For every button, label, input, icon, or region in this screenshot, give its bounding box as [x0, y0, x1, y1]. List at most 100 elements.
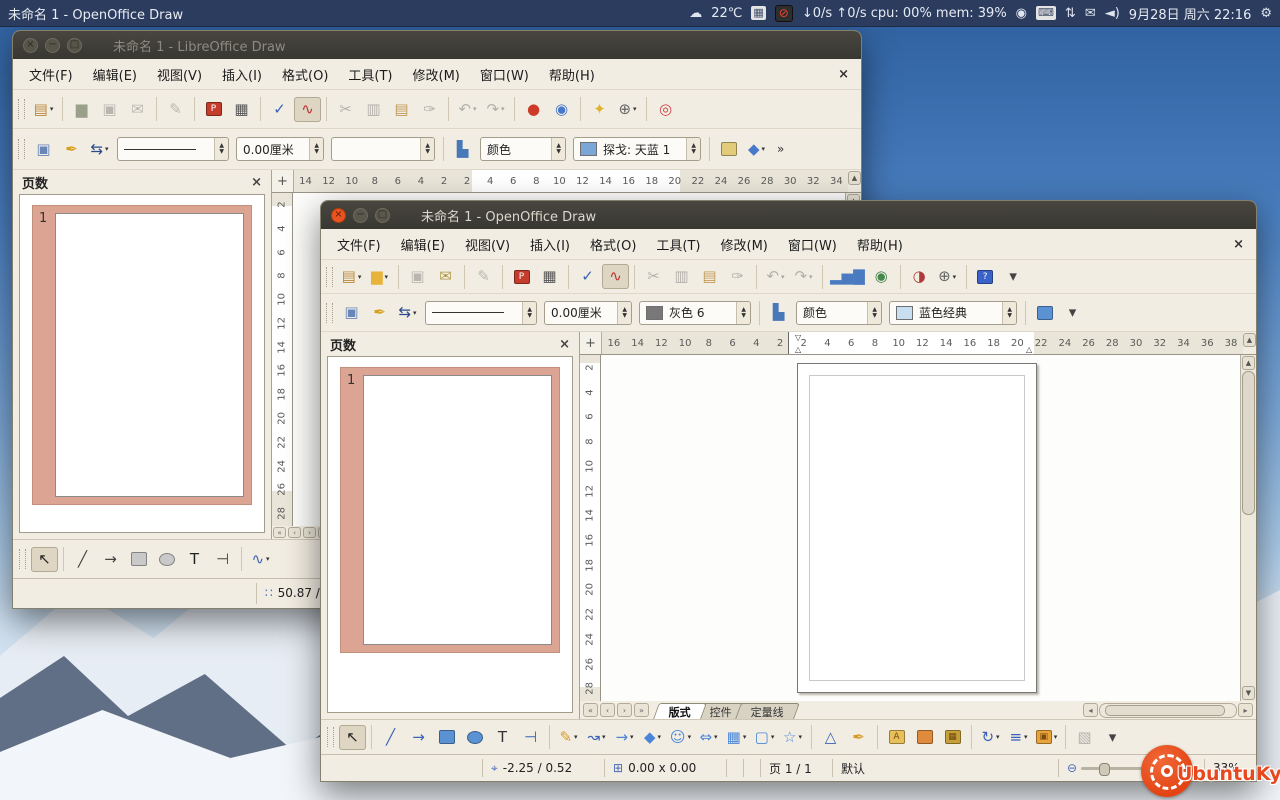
toolbar-grip[interactable]	[327, 727, 334, 747]
text-tool[interactable]: T	[489, 725, 516, 750]
next-tab-icon[interactable]: ›	[617, 703, 632, 717]
keyboard-icon[interactable]: ⌨	[1036, 6, 1056, 20]
minimize-button[interactable]: −	[45, 38, 60, 53]
spellcheck-icon[interactable]: ✓	[574, 264, 601, 289]
scrollbar-track[interactable]	[1099, 703, 1237, 718]
scroll-up-icon[interactable]: ▲	[848, 171, 861, 185]
area-style-select[interactable]: 颜色 ▲▼	[796, 301, 882, 325]
dropdown-caret[interactable]: ▾	[781, 273, 785, 281]
vertical-ruler[interactable]: 246810121416182022242628	[272, 193, 293, 526]
menu-item[interactable]: 编辑(E)	[83, 62, 147, 87]
spinner[interactable]: ▲▼	[551, 138, 565, 160]
scroll-down-icon[interactable]: ▼	[1242, 686, 1255, 700]
menu-item[interactable]: 文件(F)	[19, 62, 83, 87]
ellipse-tool[interactable]	[153, 547, 180, 572]
weather-icon[interactable]: ☁	[689, 6, 702, 21]
indent-marker-icon[interactable]: △	[1026, 345, 1032, 354]
menu-item[interactable]: 帮助(H)	[539, 62, 605, 87]
scrollbar-thumb[interactable]	[1242, 371, 1255, 515]
pages-panel-body[interactable]: 1	[327, 356, 573, 713]
text-tool[interactable]: T	[181, 547, 208, 572]
navigator-icon[interactable]: ◉	[548, 97, 575, 122]
ubuntu-menu-icon[interactable]: ◉	[1016, 6, 1027, 21]
minimize-button[interactable]: −	[353, 208, 368, 223]
dropdown-caret[interactable]: ▾	[996, 733, 1000, 741]
rotate-icon[interactable]: ↻▾	[977, 725, 1004, 750]
ellipse-tool[interactable]	[461, 725, 488, 750]
menu-item[interactable]: 修改(M)	[711, 232, 778, 257]
titlebar[interactable]: × − □ 未命名 1 - LibreOffice Draw	[13, 31, 861, 59]
select-tool[interactable]: ↖	[31, 547, 58, 572]
record-indicator-icon[interactable]: ⊘	[775, 5, 793, 22]
dropdown-caret[interactable]: ▾	[714, 733, 718, 741]
menu-item[interactable]: 帮助(H)	[847, 232, 913, 257]
arrange-icon[interactable]: ▣▾	[1033, 725, 1060, 750]
spinner[interactable]: ▲▼	[867, 302, 881, 324]
line-tool[interactable]: ╱	[69, 547, 96, 572]
email-icon[interactable]: ✉	[432, 264, 459, 289]
menu-item[interactable]: 工具(T)	[646, 232, 710, 257]
first-tab-icon[interactable]: «	[583, 703, 598, 717]
curve-tool[interactable]: ∿▾	[247, 547, 274, 572]
print-icon[interactable]: ▦	[228, 97, 255, 122]
shadow-icon[interactable]	[1031, 300, 1058, 325]
panel-clock[interactable]: 9月28日 周六 22:16	[1129, 4, 1252, 23]
menu-item[interactable]: 视图(V)	[147, 62, 212, 87]
panel-close-icon[interactable]: ×	[251, 175, 262, 190]
menu-item[interactable]: 视图(V)	[455, 232, 520, 257]
area-style-icon[interactable]: ▙	[449, 137, 476, 162]
layer-tab[interactable]: 定量线	[735, 703, 800, 719]
arrow-style-icon[interactable]: ⇆▾	[394, 300, 421, 325]
fill-color-select[interactable]: 探戈: 天蓝 1 ▲▼	[573, 137, 701, 161]
points-tool[interactable]: △	[817, 725, 844, 750]
zoom-slider-thumb[interactable]	[1099, 763, 1110, 776]
arrow-shapes-tool[interactable]: ⇔▾	[695, 725, 722, 750]
maximize-button[interactable]: □	[67, 38, 82, 53]
page-thumbnail[interactable]: 1	[341, 368, 559, 652]
dropdown-caret[interactable]: ▾	[602, 733, 606, 741]
select-tool[interactable]: ↖	[339, 725, 366, 750]
rectangle-tool[interactable]	[433, 725, 460, 750]
spinner[interactable]: ▲▼	[686, 138, 700, 160]
menu-item[interactable]: 修改(M)	[403, 62, 470, 87]
gluepoints-tool[interactable]: ✒	[845, 725, 872, 750]
spinner[interactable]: ▲▼	[736, 302, 750, 324]
dropdown-caret[interactable]: ▾	[658, 733, 662, 741]
line-style-select[interactable]: ▲▼	[425, 301, 537, 325]
dropdown-caret[interactable]: ▾	[50, 105, 54, 113]
zoom-icon[interactable]: ⊕▾	[614, 97, 641, 122]
scroll-up-icon[interactable]: ▲	[1242, 356, 1255, 370]
dropdown-caret[interactable]: ▾	[1054, 733, 1058, 741]
menu-item[interactable]: 插入(I)	[212, 62, 272, 87]
spinner[interactable]: ▲▼	[522, 302, 536, 324]
prev-tab-icon[interactable]: ‹	[600, 703, 615, 717]
dropdown-caret[interactable]: ▾	[266, 555, 270, 563]
autospellcheck-icon[interactable]: ∿	[602, 264, 629, 289]
layer-tab[interactable]: 版式	[653, 703, 707, 719]
styles-window-icon[interactable]: ▣	[338, 300, 365, 325]
dropdown-caret[interactable]: ▾	[798, 733, 802, 741]
horizontal-scrollbar[interactable]: ◂ ▸	[1082, 703, 1254, 718]
open-icon[interactable]: ▆	[68, 97, 95, 122]
symbol-shapes-tool[interactable]: ☺▾	[667, 725, 694, 750]
spinner[interactable]: ▲▼	[1002, 302, 1016, 324]
toolbar-overflow-icon[interactable]: ▾	[1099, 725, 1126, 750]
horizontal-ruler[interactable]: 1412108642246810121416182022242628303234	[294, 170, 848, 192]
dropdown-caret[interactable]: ▾	[633, 105, 637, 113]
menu-item[interactable]: 编辑(E)	[391, 232, 455, 257]
toolbar-grip[interactable]	[326, 303, 333, 323]
new-document-icon[interactable]: ▤▾	[338, 264, 365, 289]
close-button[interactable]: ×	[331, 208, 346, 223]
export-pdf-icon[interactable]: P	[508, 264, 535, 289]
connector-lines-tool[interactable]: ↝▾	[583, 725, 610, 750]
gradient-icon[interactable]: ◆▾	[743, 137, 770, 162]
navigator-icon[interactable]: ◑	[906, 264, 933, 289]
help-icon[interactable]: ?	[972, 264, 999, 289]
dropdown-caret[interactable]: ▾	[501, 105, 505, 113]
scrollbar-thumb[interactable]	[1105, 705, 1225, 716]
scroll-left-icon[interactable]: ◂	[1083, 703, 1098, 717]
dropdown-caret[interactable]: ▾	[688, 733, 692, 741]
menu-item[interactable]: 窗口(W)	[778, 232, 847, 257]
dropdown-caret[interactable]: ▾	[1024, 733, 1028, 741]
toolbar-grip[interactable]	[18, 99, 25, 119]
